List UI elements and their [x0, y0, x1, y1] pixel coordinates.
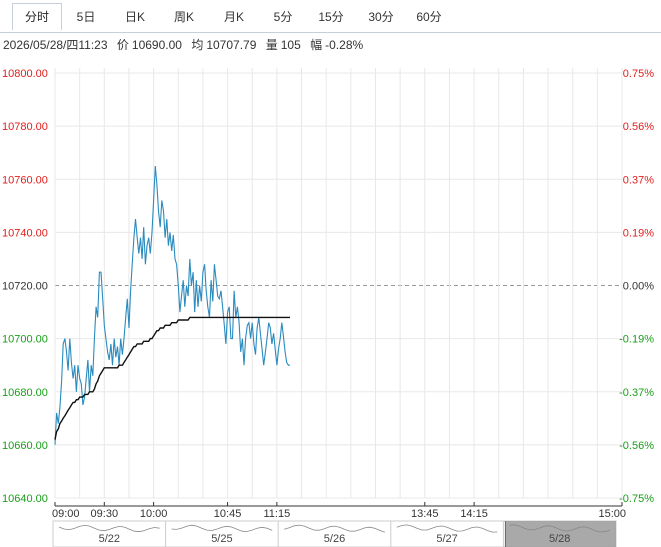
navigator-date-label: 5/27 — [436, 533, 457, 545]
y-pct-tick-label: -0.75% — [619, 493, 654, 505]
time-tick-label: 10:45 — [214, 508, 242, 520]
navigator-date-label: 5/22 — [99, 533, 120, 545]
time-axis: 09:00 09:30 10:00 10:45 11:15 13:45 14:15 15:00 — [52, 502, 626, 520]
time-tick-label: 14:15 — [460, 508, 488, 520]
y-pct-tick-label: 0.37% — [623, 174, 654, 186]
y-tick-label: 10660.00 — [2, 440, 48, 452]
y-pct-tick-label: 0.19% — [623, 227, 654, 239]
right-percent-axis: 0.75% 0.56% 0.37% 0.19% 0.00% -0.19% -0.37% -0.… — [619, 68, 654, 505]
time-tick-label: 09:30 — [91, 508, 119, 520]
time-tick-label: 13:45 — [411, 508, 439, 520]
y-pct-tick-label: -0.37% — [619, 387, 654, 399]
y-tick-label: 10700.00 — [2, 334, 48, 346]
y-pct-tick-label: -0.56% — [619, 440, 654, 452]
navigator-date-label: 5/25 — [211, 533, 232, 545]
y-pct-tick-label: 0.00% — [623, 281, 654, 293]
y-tick-label: 10680.00 — [2, 387, 48, 399]
time-tick-label: 11:15 — [264, 508, 291, 520]
navigator-date-label: 5/28 — [549, 533, 570, 545]
y-pct-tick-label: 0.75% — [623, 68, 654, 80]
time-tick-label: 10:00 — [140, 508, 168, 520]
y-tick-label: 10740.00 — [2, 227, 48, 239]
time-tick-label: 09:00 — [52, 508, 80, 520]
intraday-chart[interactable]: 10800.00 10780.00 10760.00 10740.00 10720.00… — [0, 0, 661, 547]
y-pct-tick-label: 0.56% — [623, 121, 654, 133]
time-tick-label: 15:00 — [598, 508, 626, 520]
y-tick-label: 10780.00 — [2, 121, 48, 133]
y-tick-label: 10800.00 — [2, 68, 48, 80]
price-line — [54, 165, 290, 445]
y-tick-label: 10640.00 — [2, 493, 48, 505]
chart-grid — [54, 68, 623, 499]
chart-series — [54, 165, 290, 445]
y-tick-label: 10760.00 — [2, 174, 48, 186]
left-price-axis: 10800.00 10780.00 10760.00 10740.00 10720.00… — [2, 68, 48, 505]
y-pct-tick-label: -0.19% — [619, 334, 654, 346]
date-navigator: 5/22 5/25 5/26 5/27 5/28 — [52, 520, 617, 547]
y-tick-label: 10720.00 — [2, 281, 48, 293]
navigator-date-label: 5/26 — [324, 533, 345, 545]
